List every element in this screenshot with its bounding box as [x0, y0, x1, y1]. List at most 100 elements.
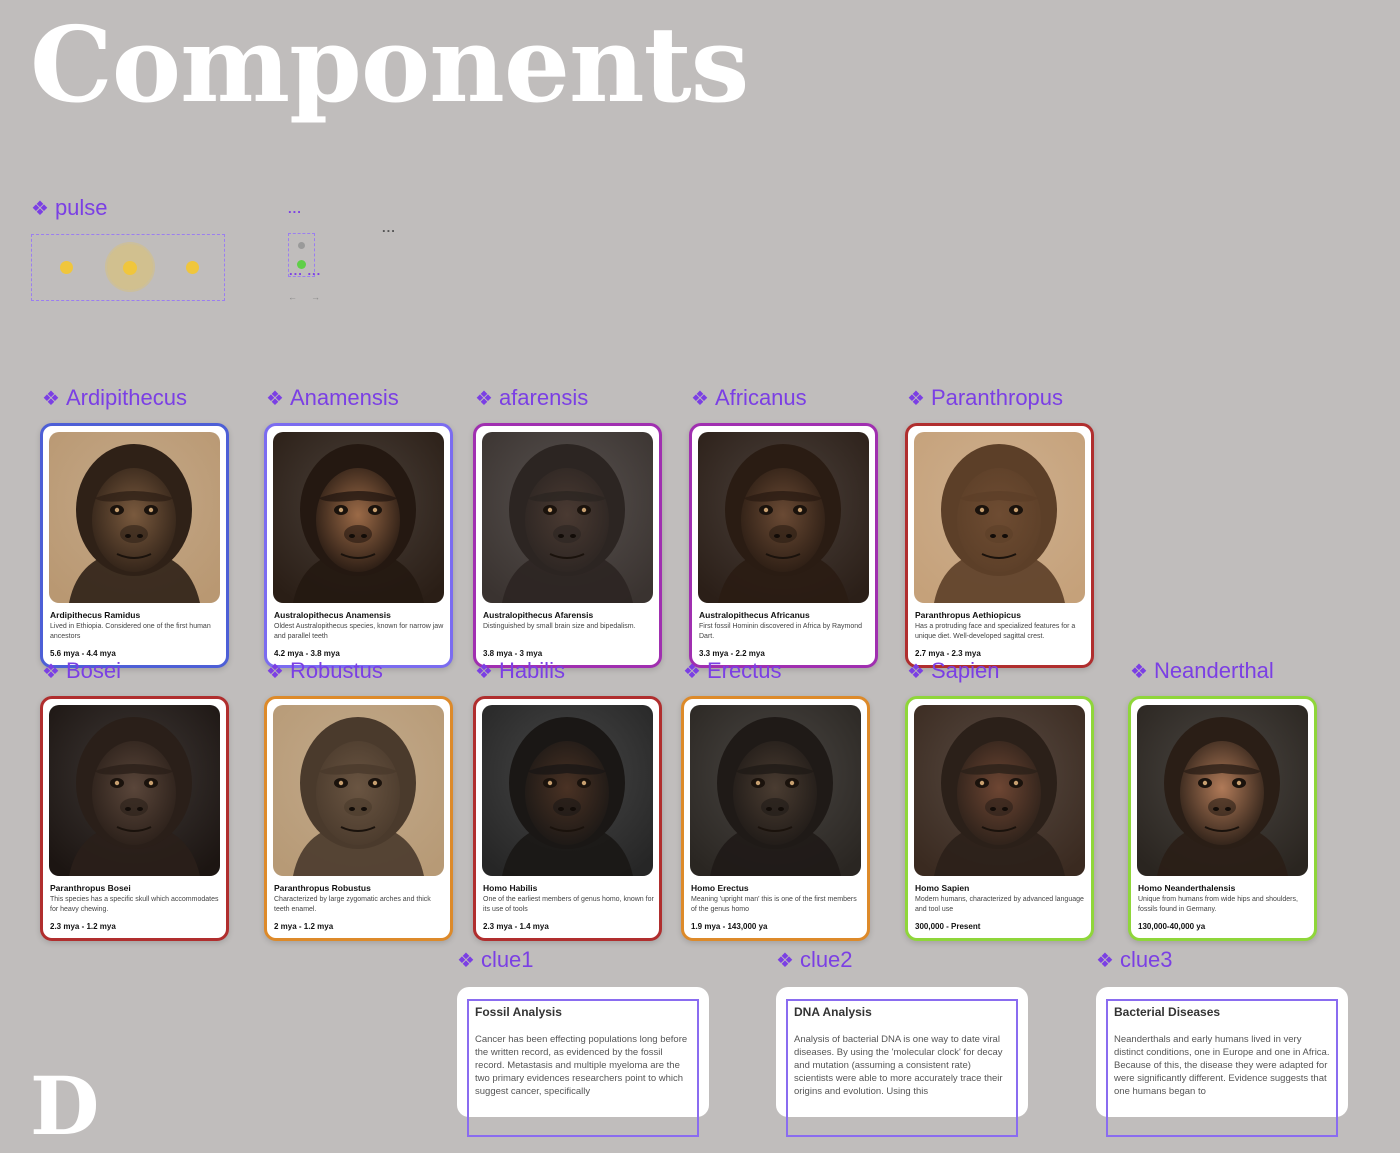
component-label-sapien[interactable]: ❖ Sapien — [907, 658, 999, 684]
clue-card-clue3[interactable]: Bacterial Diseases Neanderthals and earl… — [1096, 987, 1348, 1137]
mini-component-label[interactable]: ... — [288, 201, 302, 216]
card-photo — [273, 432, 444, 603]
component-label-neanderthal[interactable]: ❖ Neanderthal — [1130, 658, 1274, 684]
component-icon: ❖ — [776, 949, 794, 972]
component-label-paranthropus[interactable]: ❖ Paranthropus — [907, 385, 1063, 411]
clue-title: DNA Analysis — [794, 1005, 872, 1019]
indicator-dot-inactive — [298, 242, 305, 249]
clue-body: Neanderthals and early humans lived in v… — [1114, 1034, 1330, 1097]
card-photo — [49, 432, 220, 603]
component-label-text: Erectus — [706, 658, 782, 683]
mini-variant-labels[interactable]: ... ... — [289, 263, 321, 278]
component-icon: ❖ — [31, 197, 49, 220]
component-label-text: clue3 — [1119, 947, 1173, 972]
species-era: 2.7 mya - 2.3 mya — [915, 649, 981, 658]
component-label-anamensis[interactable]: ❖ Anamensis — [266, 385, 399, 411]
component-label-text: clue1 — [480, 947, 534, 972]
next-section-title: D — [30, 1059, 100, 1153]
component-label-text: Sapien — [930, 658, 1000, 683]
component-label-text: Ardipithecus — [65, 385, 188, 410]
clue-card-clue2[interactable]: DNA Analysis Analysis of bacterial DNA i… — [776, 987, 1028, 1137]
component-icon: ❖ — [683, 660, 701, 683]
card-photo — [914, 705, 1085, 876]
component-label-text: Paranthropus — [930, 385, 1064, 410]
hominin-card-africanus[interactable]: Australopithecus Africanus First fossil … — [689, 423, 878, 668]
clue-body: Cancer has been effecting populations lo… — [475, 1034, 688, 1097]
component-icon: ❖ — [266, 660, 284, 683]
arrow-right-icon[interactable]: → — [311, 292, 320, 302]
pulse-component[interactable] — [31, 234, 225, 301]
component-label-text: Neanderthal — [1153, 658, 1274, 683]
hominin-portrait-image — [698, 432, 869, 603]
component-label-text: Anamensis — [289, 385, 399, 410]
species-era: 130,000-40,000 ya — [1138, 922, 1206, 931]
arrow-left-icon[interactable]: ← — [288, 292, 297, 302]
hominin-card-robustus[interactable]: Paranthropus Robustus Characterized by l… — [264, 696, 453, 941]
more-options-icon[interactable]: ... — [382, 220, 396, 235]
component-label-text: clue2 — [799, 947, 853, 972]
component-label-pulse[interactable]: ❖ pulse — [31, 195, 108, 221]
component-icon: ❖ — [42, 387, 60, 410]
component-icon: ❖ — [1096, 949, 1114, 972]
species-name: Homo Habilis — [483, 883, 538, 893]
component-icon: ❖ — [475, 387, 493, 410]
hominin-card-habilis[interactable]: Homo Habilis One of the earliest members… — [473, 696, 662, 941]
species-name: Paranthropus Robustus — [274, 883, 371, 893]
hominin-card-neanderthal[interactable]: Homo Neanderthalensis Unique from humans… — [1128, 696, 1317, 941]
species-era: 300,000 - Present — [915, 922, 981, 931]
component-label-text: Bosei — [65, 658, 121, 683]
component-label-clue2[interactable]: ❖ clue2 — [776, 947, 853, 973]
species-description: Distinguished by small brain size and bi… — [483, 623, 636, 630]
hominin-card-anamensis[interactable]: Australopithecus Anamensis Oldest Austra… — [264, 423, 453, 668]
component-label-ardipithecus[interactable]: ❖ Ardipithecus — [42, 385, 187, 411]
component-label-robustus[interactable]: ❖ Robustus — [266, 658, 383, 684]
component-label-erectus[interactable]: ❖ Erectus — [683, 658, 782, 684]
species-name: Homo Sapien — [915, 883, 970, 893]
card-photo — [690, 705, 861, 876]
species-description: Characterized by large zygomatic arches … — [274, 896, 431, 913]
species-era: 3.8 mya - 3 mya — [483, 649, 543, 658]
hominin-portrait-image — [690, 705, 861, 876]
component-icon: ❖ — [266, 387, 284, 410]
clue-content-frame: Fossil Analysis Cancer has been effectin… — [467, 999, 699, 1137]
hominin-card-sapien[interactable]: Homo Sapien Modern humans, characterized… — [905, 696, 1094, 941]
card-photo — [698, 432, 869, 603]
page-title: Components — [30, 3, 749, 126]
hominin-card-afarensis[interactable]: Australopithecus Afarensis Distinguished… — [473, 423, 662, 668]
clue-card-clue1[interactable]: Fossil Analysis Cancer has been effectin… — [457, 987, 709, 1137]
hominin-portrait-image — [914, 705, 1085, 876]
hominin-portrait-image — [49, 432, 220, 603]
card-photo — [273, 705, 444, 876]
component-icon: ❖ — [691, 387, 709, 410]
component-label-clue3[interactable]: ❖ clue3 — [1096, 947, 1173, 973]
hominin-card-erectus[interactable]: Homo Erectus Meaning 'upright man' this … — [681, 696, 870, 941]
component-label-africanus[interactable]: ❖ Africanus — [691, 385, 807, 411]
component-icon: ❖ — [42, 660, 60, 683]
component-label-habilis[interactable]: ❖ Habilis — [475, 658, 565, 684]
hominin-portrait-image — [482, 705, 653, 876]
hominin-portrait-image — [49, 705, 220, 876]
species-description: One of the earliest members of genus hom… — [483, 896, 654, 913]
species-description: Meaning 'upright man' this is one of the… — [691, 896, 857, 913]
component-label-clue1[interactable]: ❖ clue1 — [457, 947, 534, 973]
species-description: Lived in Ethiopia. Considered one of the… — [50, 623, 211, 640]
component-icon: ❖ — [1130, 660, 1148, 683]
clue-body: Analysis of bacterial DNA is one way to … — [794, 1034, 1003, 1097]
species-name: Australopithecus Anamensis — [274, 610, 391, 620]
clue-content-frame: DNA Analysis Analysis of bacterial DNA i… — [786, 999, 1018, 1137]
component-label-text: afarensis — [498, 385, 589, 410]
component-label-bosei[interactable]: ❖ Bosei — [42, 658, 121, 684]
pulse-dot-right — [186, 261, 199, 274]
species-name: Homo Erectus — [691, 883, 749, 893]
hominin-portrait-image — [914, 432, 1085, 603]
hominin-card-paranthropus[interactable]: Paranthropus Aethiopicus Has a protrudin… — [905, 423, 1094, 668]
species-name: Australopithecus Afarensis — [483, 610, 594, 620]
species-description: Has a protruding face and specialized fe… — [915, 623, 1076, 640]
component-label-text: Robustus — [289, 658, 383, 683]
card-photo — [1137, 705, 1308, 876]
component-icon: ❖ — [475, 660, 493, 683]
species-description: Modern humans, characterized by advanced… — [915, 896, 1084, 913]
component-label-afarensis[interactable]: ❖ afarensis — [475, 385, 588, 411]
hominin-card-bosei[interactable]: Paranthropus Bosei This species has a sp… — [40, 696, 229, 941]
hominin-card-ardipithecus[interactable]: Ardipithecus Ramidus Lived in Ethiopia. … — [40, 423, 229, 668]
